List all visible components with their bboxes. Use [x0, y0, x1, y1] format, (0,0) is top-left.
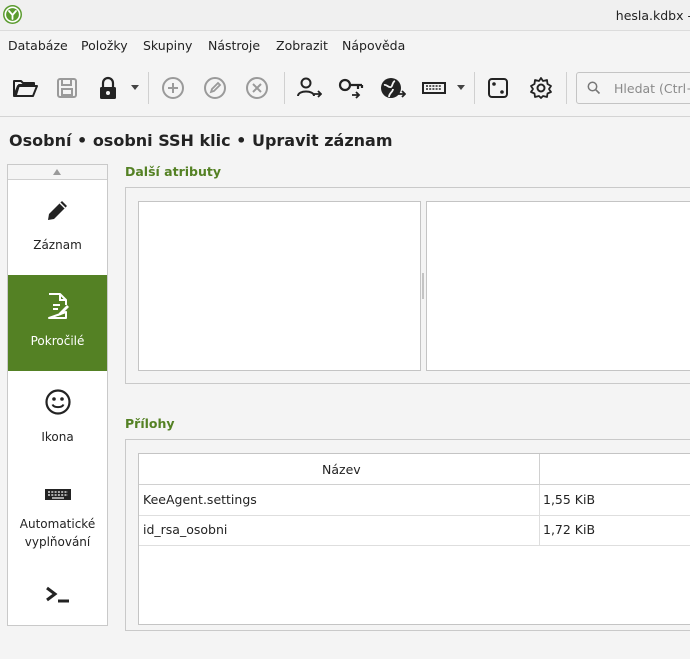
copy-username-icon[interactable] [295, 74, 323, 102]
nav-item-label: Automatické vyplňování [19, 517, 96, 549]
lock-dropdown-arrow[interactable] [131, 85, 139, 90]
column-divider [539, 485, 540, 515]
smiley-icon [44, 388, 72, 416]
add-entry-icon[interactable] [159, 74, 187, 102]
nav-item-autotype[interactable]: Automatické vyplňování [8, 467, 107, 563]
toolbar-separator [474, 72, 475, 104]
column-header-label: Název [322, 462, 361, 477]
terminal-icon [44, 581, 72, 609]
menu-tools[interactable]: Nástroje [208, 38, 260, 53]
window-title: hesla.kdbx - [615, 8, 690, 23]
nav-item-entry[interactable]: Záznam [8, 179, 107, 275]
search-placeholder: Hledat (Ctrl+F [614, 81, 690, 96]
attribute-value-editor[interactable] [426, 201, 690, 371]
edit-entry-icon[interactable] [201, 74, 229, 102]
toolbar: Hledat (Ctrl+F [0, 60, 690, 117]
nav-item-ssh-agent[interactable] [8, 563, 107, 659]
delete-entry-icon[interactable] [243, 74, 271, 102]
column-header-name[interactable]: Název [139, 454, 540, 485]
toolbar-separator [148, 72, 149, 104]
attributes-section-title: Další atributy [125, 164, 222, 179]
attribute-list[interactable] [138, 201, 421, 371]
page-title: Osobní • osobni SSH klic • Upravit zázna… [9, 131, 393, 150]
column-header-size[interactable] [540, 454, 690, 485]
nav-item-label: Záznam [33, 238, 82, 252]
nav-scroll-up-button[interactable] [8, 165, 107, 180]
menu-help[interactable]: Nápověda [342, 38, 405, 53]
attachment-name: id_rsa_osobni [143, 522, 228, 537]
nav-item-label: Pokročilé [30, 334, 85, 348]
attachment-size: 1,72 KiB [543, 522, 596, 537]
document-edit-icon [44, 292, 72, 320]
autotype-icon[interactable] [420, 74, 448, 102]
toolbar-separator [284, 72, 285, 104]
copy-url-icon[interactable] [379, 74, 407, 102]
column-divider [539, 515, 540, 545]
menu-entries[interactable]: Položky [81, 38, 128, 53]
autotype-dropdown-arrow[interactable] [457, 85, 465, 90]
menu-bar: Databáze Položky Skupiny Nástroje Zobraz… [0, 31, 690, 59]
attachments-table[interactable]: Název KeeAgent.settings 1,55 KiB id_rsa_… [138, 453, 690, 625]
folder-open-icon[interactable] [11, 74, 39, 102]
attachments-section-title: Přílohy [125, 416, 175, 431]
keepassxc-logo-icon [3, 5, 22, 24]
password-generator-icon[interactable] [484, 74, 512, 102]
search-icon [587, 81, 601, 95]
settings-icon[interactable] [527, 74, 555, 102]
edit-entry-nav: Záznam Pokročilé Ikona Automatické vyplň… [7, 164, 108, 626]
menu-view[interactable]: Zobrazit [276, 38, 328, 53]
pencil-icon [44, 196, 72, 224]
nav-item-icon[interactable]: Ikona [8, 371, 107, 467]
search-input[interactable]: Hledat (Ctrl+F [576, 72, 690, 104]
splitter-handle[interactable] [422, 273, 424, 299]
title-bar: hesla.kdbx - [0, 0, 690, 31]
nav-item-label: Ikona [41, 430, 74, 444]
attachment-name: KeeAgent.settings [143, 492, 257, 507]
copy-password-icon[interactable] [337, 74, 365, 102]
lock-icon[interactable] [94, 74, 122, 102]
keyboard-icon [44, 480, 72, 508]
nav-item-advanced[interactable]: Pokročilé [8, 275, 107, 371]
table-row[interactable]: KeeAgent.settings 1,55 KiB [139, 485, 690, 516]
table-row[interactable]: id_rsa_osobni 1,72 KiB [139, 515, 690, 546]
toolbar-separator [566, 72, 567, 104]
menu-groups[interactable]: Skupiny [143, 38, 192, 53]
menu-database[interactable]: Databáze [8, 38, 68, 53]
attachment-size: 1,55 KiB [543, 492, 596, 507]
save-icon[interactable] [53, 74, 81, 102]
